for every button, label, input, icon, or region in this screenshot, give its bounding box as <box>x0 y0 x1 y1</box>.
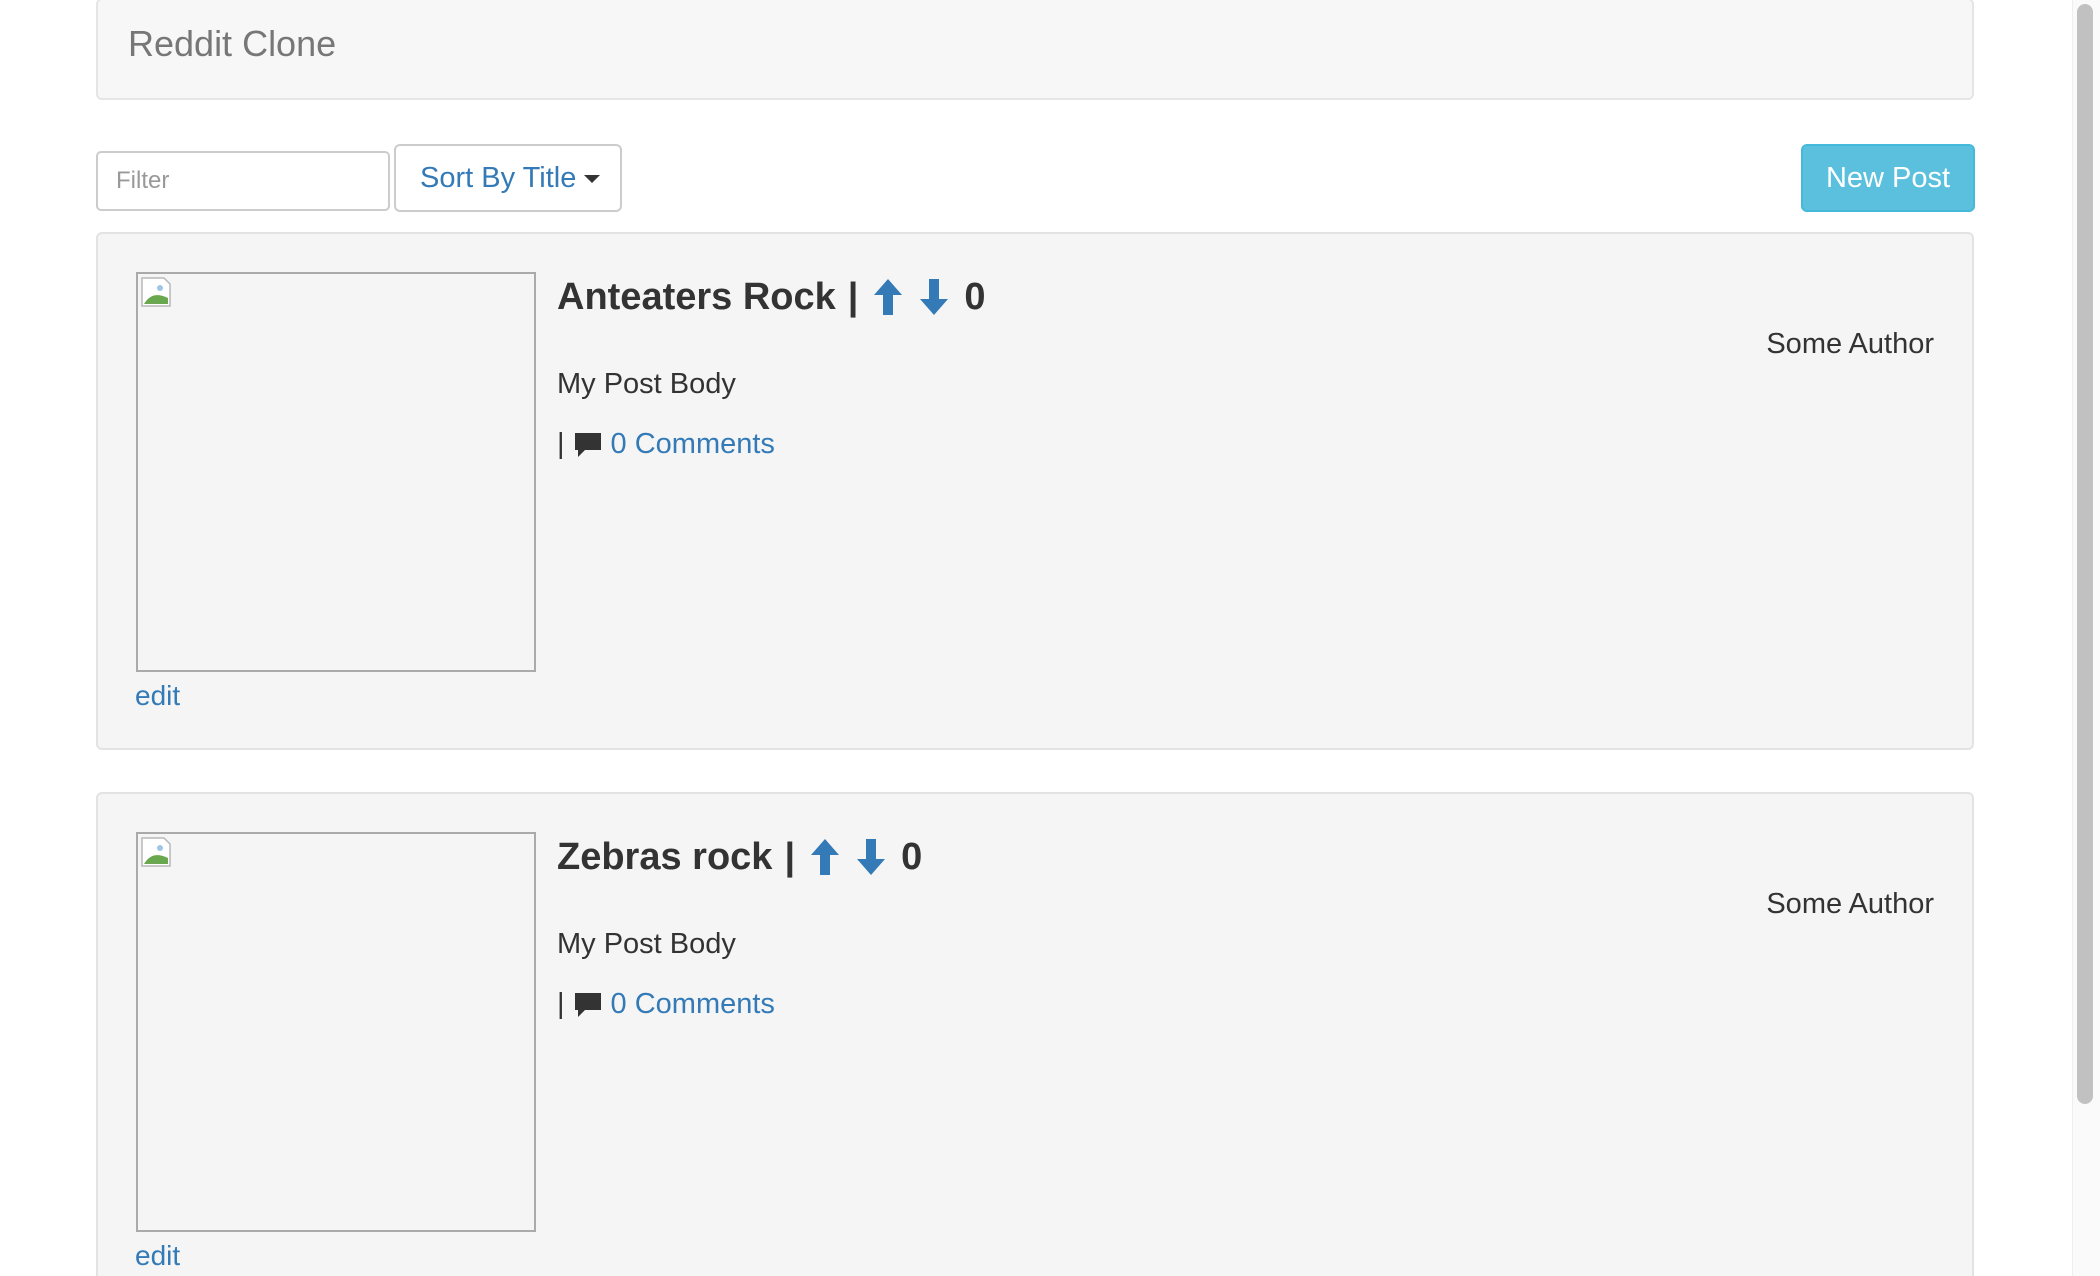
arrow-down-icon[interactable] <box>855 837 887 877</box>
post-title-row: Zebras rock | 0 <box>557 832 922 882</box>
navbar-brand[interactable]: Reddit Clone <box>128 26 336 62</box>
arrow-up-icon[interactable] <box>872 277 904 317</box>
arrow-up-icon[interactable] <box>809 837 841 877</box>
comment-icon <box>574 432 601 457</box>
comments-row: | 0 Comments <box>557 428 775 461</box>
post-title[interactable]: Anteaters Rock <box>557 276 836 319</box>
post-title[interactable]: Zebras rock <box>557 836 772 879</box>
scrollbar-thumb[interactable] <box>2077 4 2093 1104</box>
title-separator: | <box>847 275 859 318</box>
title-separator: | <box>784 835 796 878</box>
edit-link[interactable]: edit <box>135 1240 180 1272</box>
broken-image-icon <box>141 277 171 307</box>
filter-input[interactable] <box>96 151 390 211</box>
comments-pipe: | <box>557 428 565 460</box>
navbar: Reddit Clone <box>96 0 1974 100</box>
comments-link[interactable]: 0 Comments <box>611 428 775 461</box>
post-title-row: Anteaters Rock | 0 <box>557 272 986 322</box>
caret-down-icon <box>584 174 601 183</box>
post-thumbnail <box>136 832 536 1232</box>
post-body: My Post Body <box>557 928 736 960</box>
comments-row: | 0 Comments <box>557 988 775 1021</box>
post-card: edit Zebras rock | 0 Some Author My Post… <box>96 792 1974 1276</box>
comments-pipe: | <box>557 988 565 1020</box>
edit-link[interactable]: edit <box>135 680 180 712</box>
comments-link[interactable]: 0 Comments <box>611 988 775 1021</box>
post-author: Some Author <box>1766 888 1934 920</box>
sort-dropdown-button[interactable]: Sort By Title <box>394 144 622 212</box>
post-score: 0 <box>901 835 923 878</box>
new-post-button[interactable]: New Post <box>1801 144 1975 212</box>
arrow-down-icon[interactable] <box>918 277 950 317</box>
comment-icon <box>574 992 601 1017</box>
post-body: My Post Body <box>557 368 736 400</box>
broken-image-icon <box>141 837 171 867</box>
post-author: Some Author <box>1766 328 1934 360</box>
post-score: 0 <box>964 275 986 318</box>
page: Reddit Clone Sort By Title New Post edit… <box>0 0 2100 1276</box>
sort-button-label: Sort By Title <box>420 161 577 194</box>
post-card: edit Anteaters Rock | 0 Some Author My P… <box>96 232 1974 750</box>
post-thumbnail <box>136 272 536 672</box>
